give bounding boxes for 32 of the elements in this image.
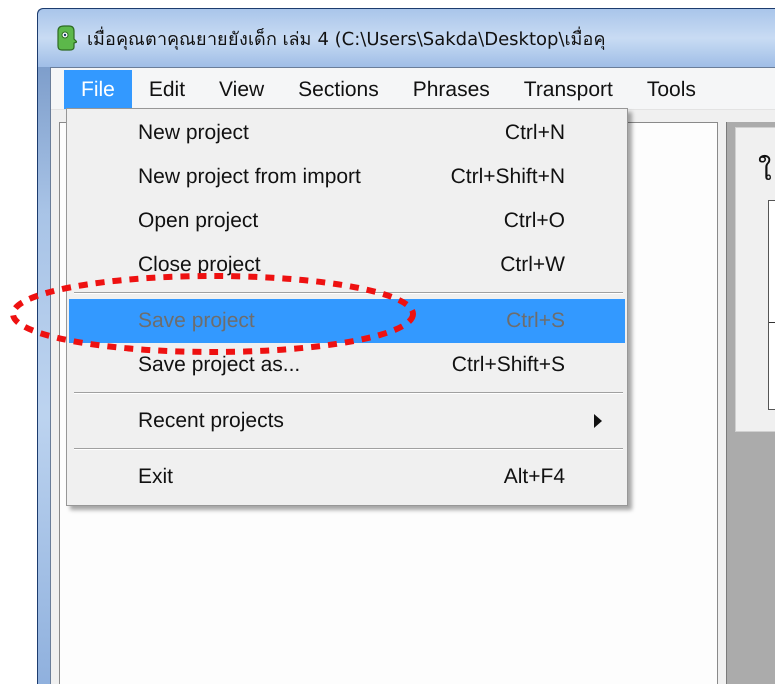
- shortcut-label: Ctrl+S: [506, 309, 565, 333]
- menu-bar-item[interactable]: Sections: [281, 70, 396, 109]
- submenu-arrow-icon: [593, 414, 603, 428]
- shortcut-label: Ctrl+W: [500, 253, 565, 277]
- app-icon: [55, 25, 77, 51]
- window-title: เมื่อคุณตาคุณยายยังเด็ก เล่ม 4 (C:\Users\Sakda\Desktop\เมื่อคุ: [87, 26, 606, 52]
- menu-item[interactable]: Recent projects: [69, 399, 625, 443]
- menu-bar-item[interactable]: View: [202, 70, 282, 109]
- menu-item[interactable]: New project Ctrl+N: [69, 111, 625, 155]
- menu-item[interactable]: New project from import Ctrl+Shift+N: [69, 155, 625, 199]
- menu-item[interactable]: Open project Ctrl+O: [69, 199, 625, 243]
- menu-bar-item[interactable]: Transport: [506, 70, 630, 109]
- menu-item-label: Save project: [138, 309, 255, 333]
- shortcut-label: Alt+F4: [504, 465, 565, 489]
- menu-item-label: Save project as...: [138, 353, 300, 377]
- menu-bar-item[interactable]: Edit: [132, 70, 202, 109]
- menu-item-label: New project from import: [138, 165, 361, 189]
- shortcut-label: Ctrl+O: [504, 209, 565, 233]
- menu-item[interactable]: Save project as... Ctrl+Shift+S: [69, 343, 625, 387]
- menu-bar-item[interactable]: Tools: [630, 70, 713, 109]
- menu-item[interactable]: Close project Ctrl+W: [69, 243, 625, 287]
- menu-item-label: Exit: [138, 465, 174, 489]
- menu-item-label: Recent projects: [138, 409, 284, 433]
- shortcut-label: Ctrl+Shift+N: [450, 165, 565, 189]
- shortcut-label: Ctrl+N: [504, 121, 565, 145]
- menu-bar-item[interactable]: Phrases: [396, 70, 507, 109]
- menu-item-label: Open project: [138, 209, 258, 233]
- menu-item-label: New project: [138, 121, 249, 145]
- menu-item-label: Close project: [138, 253, 261, 277]
- menu-item[interactable]: Exit Alt+F4: [69, 455, 625, 499]
- side-heading: ใ: [758, 154, 773, 188]
- shortcut-label: Ctrl+Shift+S: [452, 353, 565, 377]
